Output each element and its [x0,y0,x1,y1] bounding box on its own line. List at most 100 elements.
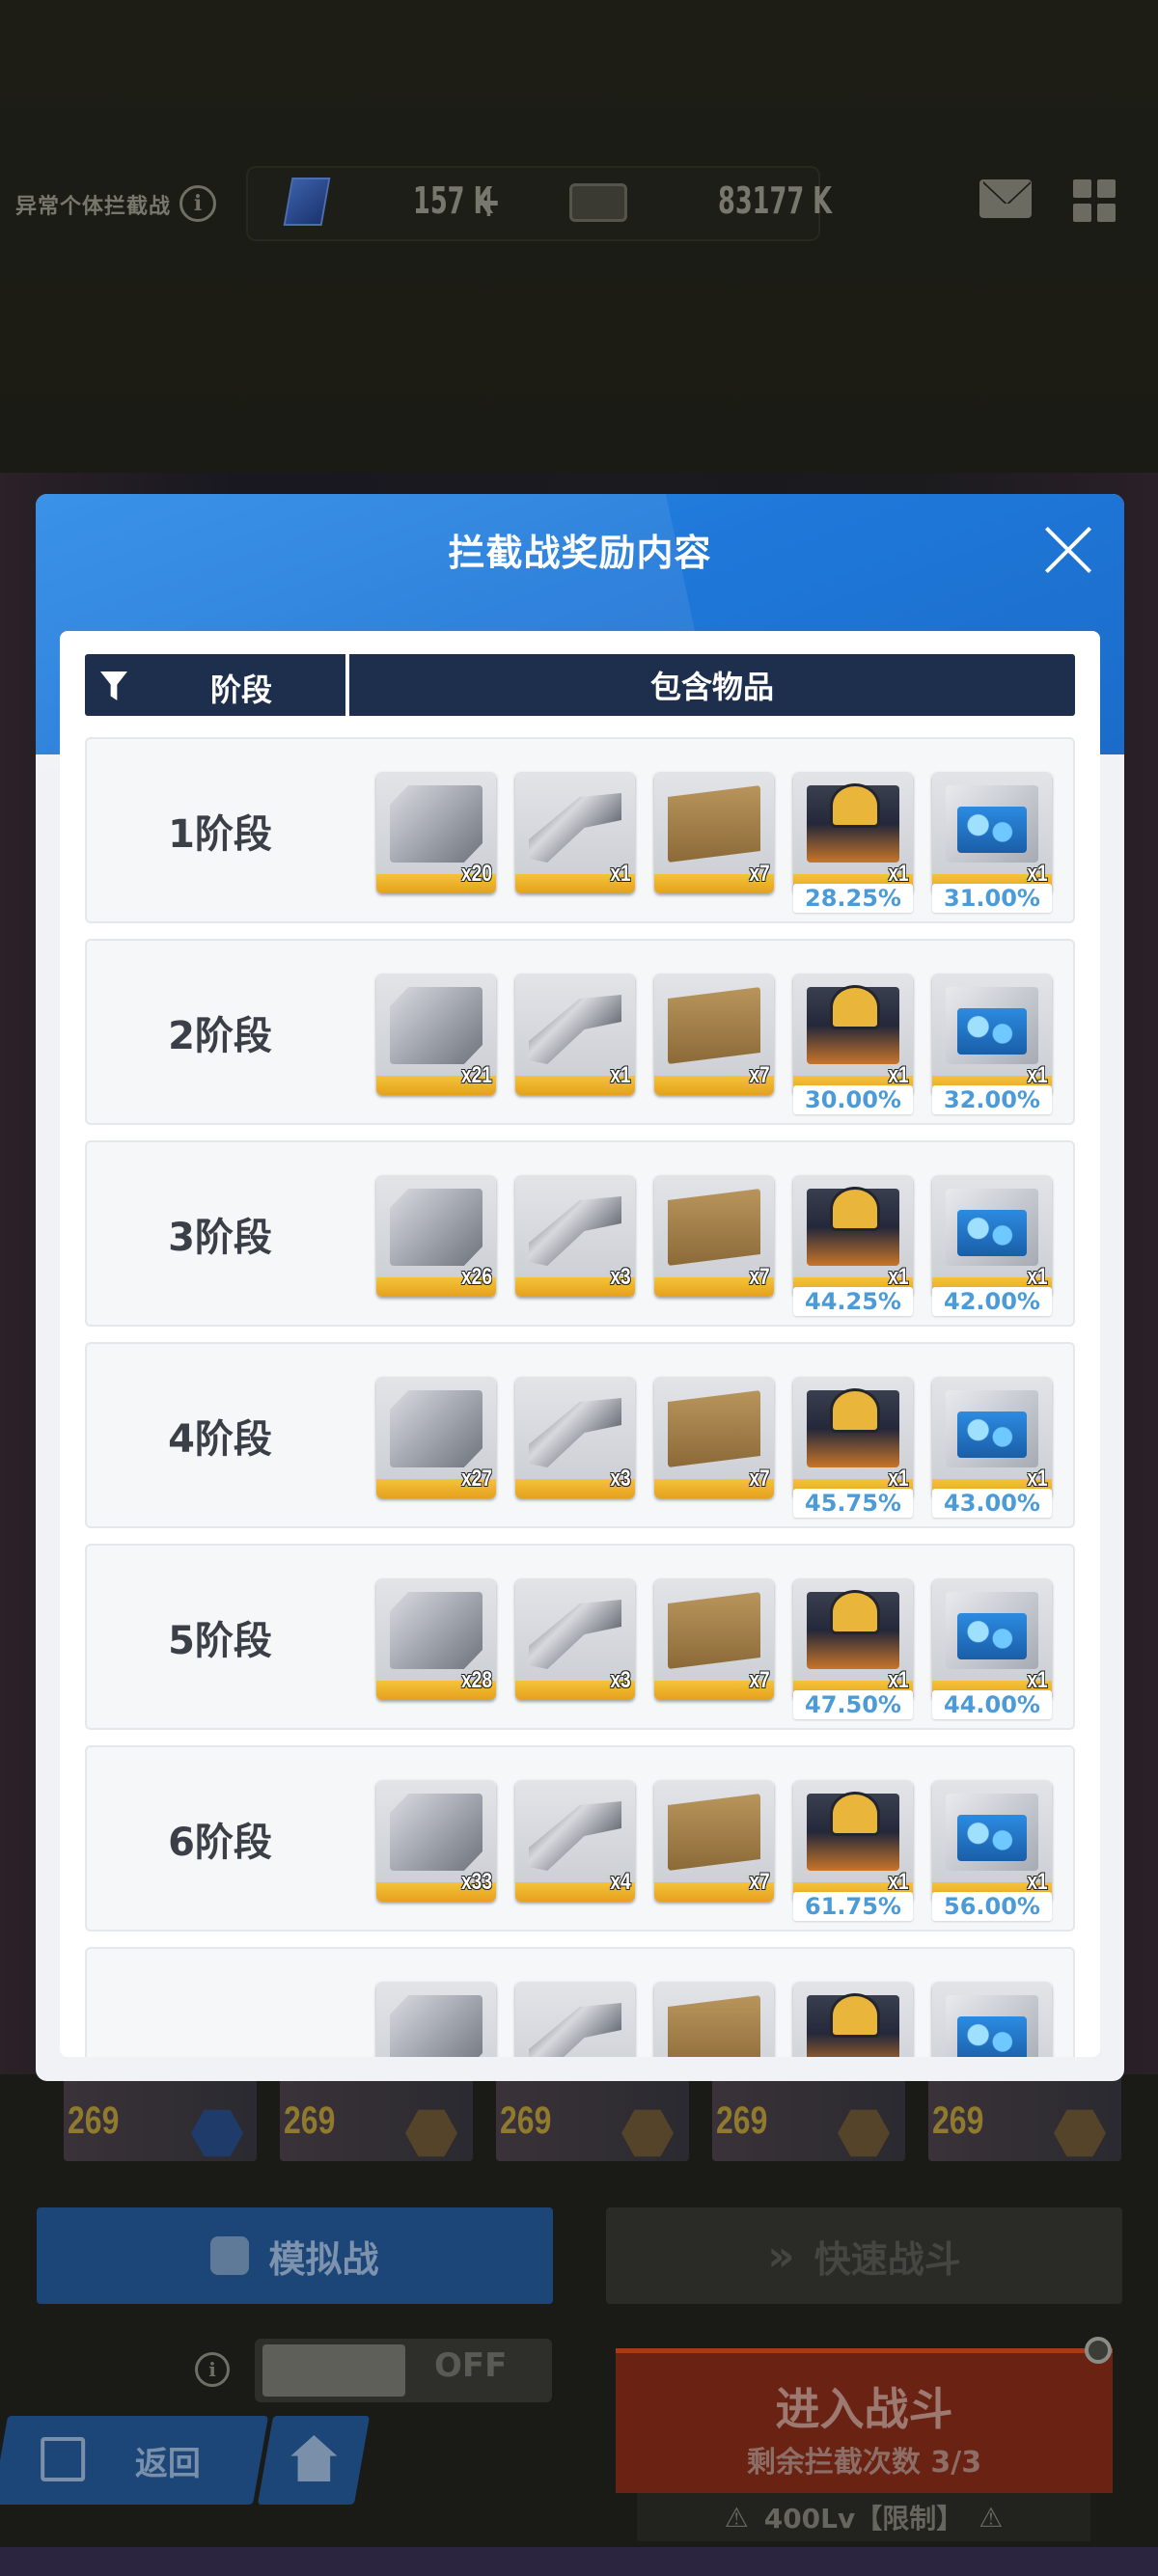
dark-equipment-box-icon [807,1388,899,1467]
reward-item[interactable]: x3 [515,1175,635,1297]
reward-item[interactable]: x7 [654,772,774,893]
reward-item[interactable]: x1 [793,1175,913,1297]
dark-equipment-box-icon [807,1187,899,1266]
blue-crystal-box-icon [946,1390,1038,1467]
item-quantity: x1 [888,1667,909,1693]
simulation-battle-button[interactable]: 模拟战 [37,2207,553,2304]
reward-item[interactable]: x27 [376,1377,496,1498]
reward-item[interactable]: x7 [654,1780,774,1902]
close-icon[interactable] [1043,525,1093,575]
reward-item[interactable]: x4 [515,1780,635,1902]
reward-item[interactable]: x1 [515,772,635,893]
reward-item[interactable]: x7 [654,1377,774,1498]
item-quantity: x3 [610,1667,631,1693]
reward-item[interactable]: x33 [376,1780,496,1902]
reward-item[interactable]: x1 [932,772,1052,893]
item-quantity: x1 [610,1062,631,1088]
reward-item[interactable]: x7 [654,1175,774,1297]
toggle-knob [262,2344,405,2397]
home-icon [290,2435,337,2481]
drop-rate: 61.75% [793,1892,913,1921]
reward-item[interactable]: x1 [932,1377,1052,1498]
reward-item[interactable] [793,1982,913,2057]
drop-rate: 32.00% [932,1085,1052,1114]
item-quantity: x1 [888,1264,909,1290]
reward-row: 5阶段 x28 x3 x7 x1 47.50% x1 44.00% [85,1544,1075,1730]
level-limit-label: 400Lv【限制】 [763,2503,964,2535]
item-quantity: x7 [749,1466,770,1492]
reward-modal: 拦截战奖励内容 阶段 包含物品 1阶段 x20 x1 x7 x1 28.25% x1 31.0… [36,494,1124,2081]
reward-item[interactable]: x1 [932,1578,1052,1700]
reward-item[interactable]: x21 [376,973,496,1095]
item-quantity: x1 [888,1869,909,1895]
stage-label: 4阶段 [168,1416,272,1462]
mail-icon[interactable] [979,179,1032,218]
silver-crate-icon [390,1995,482,2057]
hero-level: 269 [68,2099,120,2142]
reward-row [85,1947,1075,2057]
item-quantity: x1 [1027,1062,1048,1088]
wood-crate-icon [668,1390,760,1467]
reward-item[interactable]: x1 [793,772,913,893]
menu-grid-icon[interactable] [1073,179,1116,222]
stage-label [87,1949,353,2057]
dark-equipment-box-icon [807,1590,899,1669]
reward-item[interactable]: x7 [654,973,774,1095]
reward-item[interactable]: x1 [932,973,1052,1095]
drop-rate: 30.00% [793,1085,913,1114]
add-currency-button[interactable]: + [477,178,501,227]
reward-item[interactable]: x26 [376,1175,496,1297]
quick-battle-button[interactable]: » 快速战斗 [606,2207,1122,2304]
blue-crystal-box-icon [946,987,1038,1064]
silver-crate-icon [390,1592,482,1669]
reward-item[interactable] [932,1982,1052,2057]
hero-level: 269 [284,2099,336,2142]
reward-row: 1阶段 x20 x1 x7 x1 28.25% x1 31.00% [85,737,1075,923]
reward-item[interactable] [376,1982,496,2057]
back-button[interactable]: 返回 [0,2416,269,2505]
reward-item[interactable]: x7 [654,1578,774,1700]
info-icon[interactable]: i [195,2352,230,2387]
reward-item[interactable] [515,1982,635,2057]
reward-item[interactable]: x1 [793,1780,913,1902]
reward-item[interactable]: x28 [376,1578,496,1700]
filter-icon [100,671,127,700]
item-quantity: x33 [460,1869,492,1895]
stage-label: 3阶段 [168,1215,272,1260]
item-quantity: x20 [460,861,492,887]
drop-rate: 28.25% [793,884,913,913]
reward-item[interactable]: x3 [515,1377,635,1498]
home-button[interactable] [257,2416,371,2505]
item-quantity: x4 [610,1869,631,1895]
reward-item[interactable]: x1 [932,1175,1052,1297]
reward-item[interactable]: x3 [515,1578,635,1700]
item-quantity: x1 [1027,1466,1048,1492]
info-icon[interactable]: i [179,185,216,222]
currency-2-amount: 83177 K [718,179,832,222]
reward-item[interactable]: x20 [376,772,496,893]
reward-item[interactable]: x1 [793,1578,913,1700]
weapon-part-icon [529,1196,621,1266]
warning-icon: ⚠ [979,2501,1004,2534]
reward-item[interactable]: x1 [793,973,913,1095]
item-quantity: x7 [749,1667,770,1693]
item-quantity: x7 [749,1264,770,1290]
modal-body: 阶段 包含物品 1阶段 x20 x1 x7 x1 28.25% x1 31.00% 2阶段 x21… [60,631,1100,2057]
item-quantity: x1 [888,861,909,887]
enter-battle-button[interactable]: 进入战斗 剩余拦截次数 3/3 [616,2348,1113,2493]
reward-item[interactable] [654,1982,774,2057]
dark-equipment-box-icon [807,985,899,1064]
reward-item[interactable]: x1 [932,1780,1052,1902]
weapon-part-icon [529,995,621,1064]
drop-rate: 56.00% [932,1892,1052,1921]
drop-rate: 43.00% [932,1489,1052,1518]
item-quantity: x1 [1027,1869,1048,1895]
auto-toggle[interactable]: OFF [255,2339,552,2402]
silver-crate-icon [390,1390,482,1467]
silver-crate-icon [390,987,482,1064]
reward-item[interactable]: x1 [793,1377,913,1498]
stage-column-header[interactable]: 阶段 [85,654,345,716]
weapon-part-icon [529,793,621,863]
item-quantity: x1 [1027,1667,1048,1693]
reward-item[interactable]: x1 [515,973,635,1095]
